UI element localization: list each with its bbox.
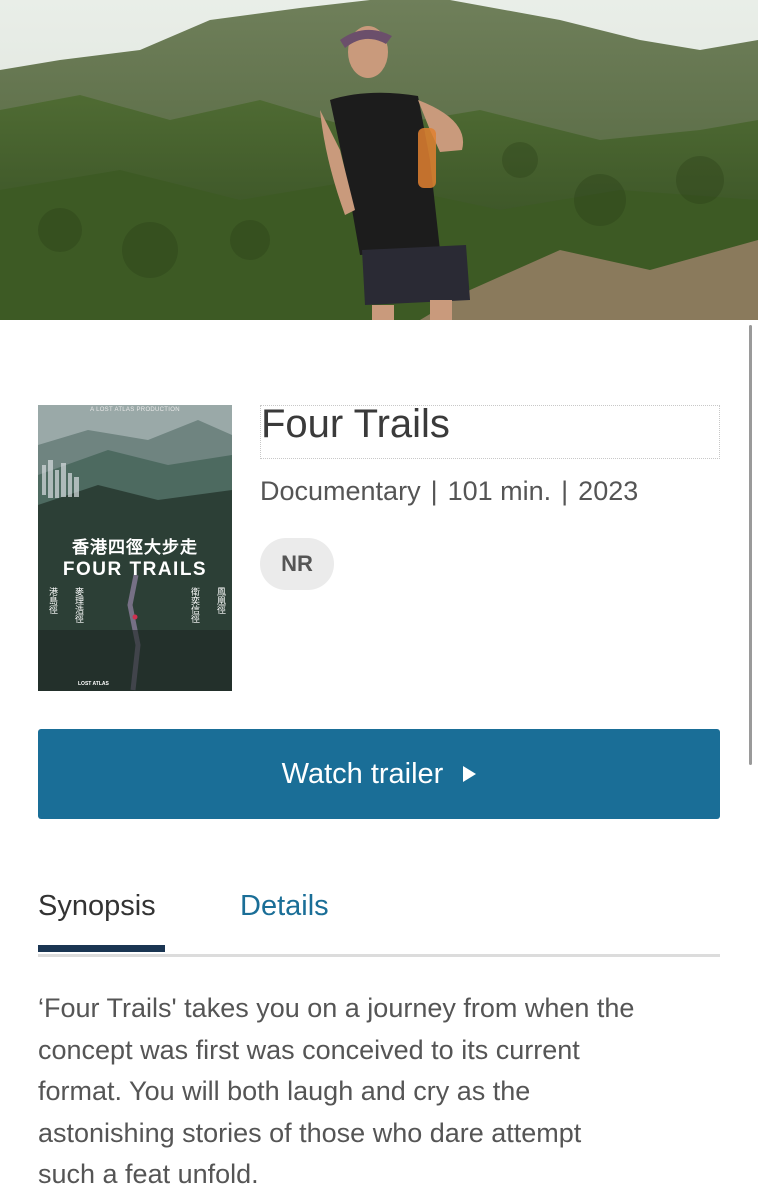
tab-bar: Synopsis Details	[38, 890, 720, 957]
synopsis-line: ‘Four Trails' takes you on a journey fro…	[38, 993, 635, 1023]
poster-trail-name: 鳳凰徑	[215, 587, 225, 614]
poster-production-credit: A LOST ATLAS PRODUCTION	[90, 407, 180, 413]
tab-details[interactable]: Details	[240, 890, 329, 951]
synopsis-line: astonishing stories of those who dare at…	[38, 1117, 582, 1148]
hero-photo	[0, 0, 758, 320]
movie-meta: Documentary | 101 min. | 2023	[260, 476, 638, 507]
play-icon	[463, 766, 477, 782]
watch-trailer-button[interactable]: Watch trailer	[38, 729, 720, 819]
meta-separator: |	[561, 476, 569, 506]
synopsis-line: format. You will both laugh and cry as t…	[38, 1076, 531, 1106]
hero-image	[0, 0, 758, 320]
synopsis-line: concept was first was conceived to its c…	[38, 1034, 580, 1065]
scrollbar[interactable]	[749, 325, 752, 765]
poster-chinese-title: 香港四徑大步走	[72, 538, 198, 558]
movie-runtime: 101 min.	[447, 476, 552, 506]
poster-english-title: FOUR TRAILS	[62, 559, 208, 580]
meta-separator: |	[430, 476, 438, 506]
synopsis-line: such a feat unfold.	[38, 1159, 259, 1189]
movie-poster[interactable]: A LOST ATLAS PRODUCTION 香港四徑大步走 FOUR TRA…	[38, 405, 232, 691]
poster-trail-name: 衛奕信徑	[189, 587, 199, 623]
movie-year: 2023	[578, 476, 639, 506]
tab-synopsis[interactable]: Synopsis	[38, 890, 165, 952]
title-container: Four Trails	[260, 402, 720, 459]
movie-genre: Documentary	[260, 476, 421, 506]
poster-trail-name: 港島徑	[47, 587, 57, 614]
poster-studio-logo: LOST ATLAS	[78, 681, 109, 687]
movie-title: Four Trails	[261, 402, 450, 446]
synopsis-text: ‘Four Trails' takes you on a journey fro…	[38, 988, 728, 1196]
watch-trailer-label: Watch trailer	[281, 757, 444, 790]
rating-badge: NR	[260, 538, 334, 590]
poster-trail-name: 麥理浩徑	[73, 587, 83, 623]
